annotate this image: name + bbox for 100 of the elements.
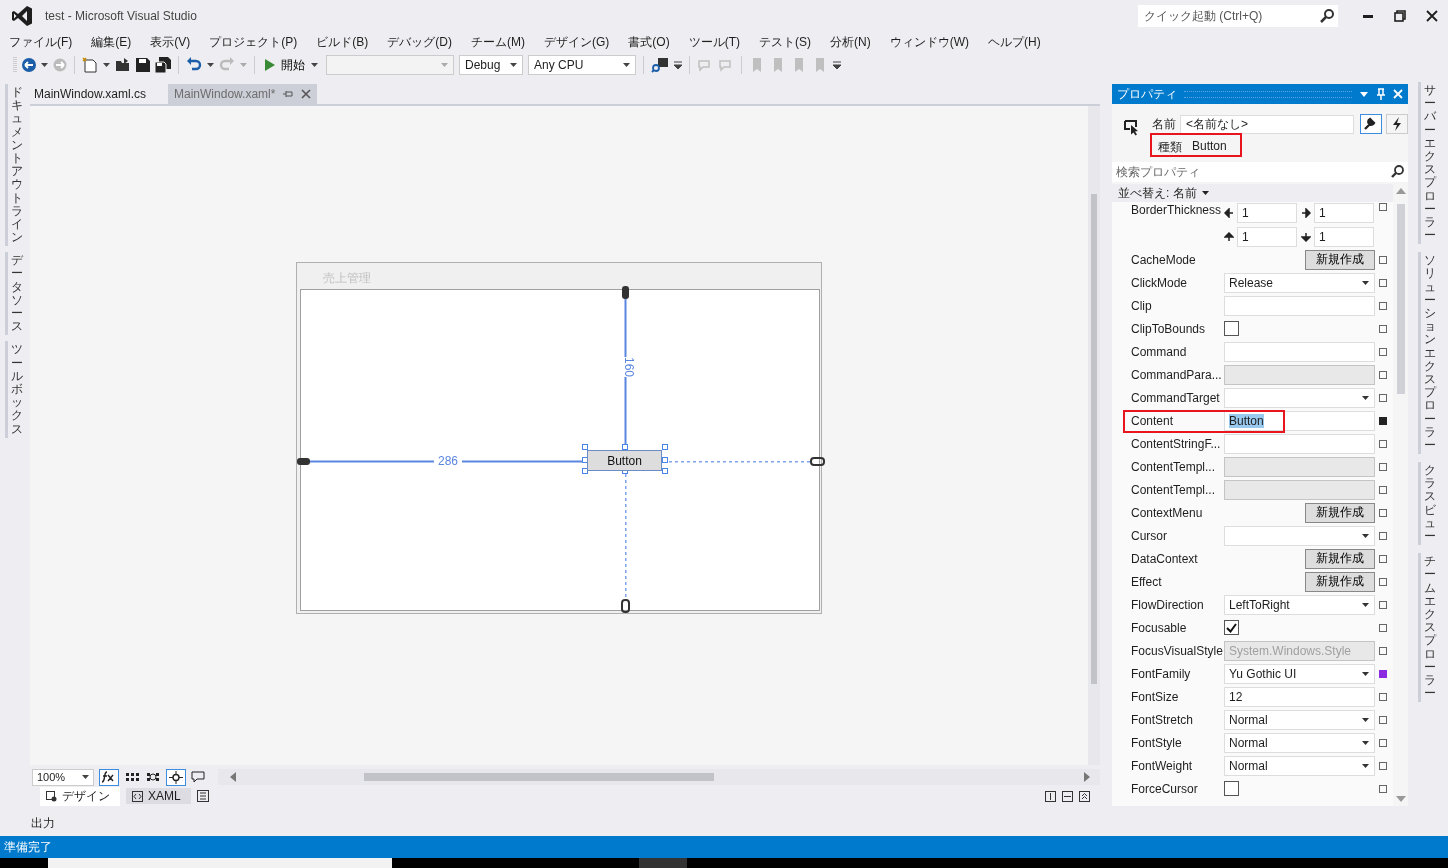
formula-icon[interactable] (99, 768, 119, 786)
side-tab[interactable]: ツールボックス (4, 341, 26, 438)
pin-icon[interactable] (283, 89, 294, 99)
property-marker[interactable] (1379, 531, 1387, 540)
menu-item[interactable]: ファイル(F) (9, 33, 73, 51)
menu-item[interactable]: デザイン(G) (544, 33, 610, 51)
property-field[interactable]: Button (1224, 410, 1375, 431)
horizontal-scrollbar[interactable] (218, 769, 1100, 785)
side-tab[interactable]: チームエクスプローラー (1417, 553, 1439, 703)
scroll-thumb[interactable] (1091, 194, 1097, 684)
find-in-files-icon[interactable] (651, 57, 669, 73)
checkbox[interactable] (1224, 781, 1239, 796)
property-field[interactable] (1224, 295, 1375, 316)
scroll-right-icon[interactable] (1084, 772, 1090, 782)
property-marker[interactable] (1379, 577, 1387, 586)
collapse-pane-icon[interactable] (1079, 790, 1090, 802)
name-field[interactable]: <名前なし> (1180, 114, 1354, 134)
new-button[interactable]: 新規作成 (1305, 571, 1375, 592)
property-dropdown[interactable]: Normal (1224, 732, 1375, 753)
menu-item[interactable]: ヘルプ(H) (988, 33, 1041, 51)
menu-item[interactable]: 編集(E) (91, 33, 132, 51)
open-folder-icon[interactable] (115, 57, 131, 73)
overflow-icon[interactable] (833, 61, 841, 69)
property-marker[interactable] (1379, 784, 1387, 793)
selected-button-control[interactable]: Button (587, 450, 662, 471)
side-tab[interactable]: クラスビュー (1417, 462, 1439, 546)
property-field[interactable]: 1 (1237, 227, 1297, 247)
property-dropdown[interactable]: LeftToRight (1224, 594, 1375, 615)
menu-item[interactable]: プロジェクト(P) (209, 33, 298, 51)
undo-icon[interactable] (186, 57, 202, 73)
output-tab[interactable]: 出力 (31, 814, 55, 832)
scroll-left-icon[interactable] (230, 772, 236, 782)
properties-wrench-icon[interactable] (1360, 114, 1382, 134)
quick-launch-field[interactable]: クイック起動 (Ctrl+Q) (1138, 5, 1316, 27)
property-marker[interactable] (1379, 324, 1387, 333)
split-horizontal-icon[interactable] (1062, 790, 1073, 802)
property-field[interactable]: 12 (1224, 686, 1375, 707)
new-button[interactable]: 新規作成 (1305, 502, 1375, 523)
property-marker[interactable] (1379, 669, 1387, 678)
property-marker[interactable] (1379, 508, 1387, 517)
comment-icon[interactable] (191, 770, 205, 784)
scroll-thumb[interactable] (364, 773, 714, 781)
property-marker[interactable] (1379, 255, 1387, 264)
overflow-icon[interactable] (674, 61, 682, 69)
split-vertical-icon[interactable] (1045, 790, 1056, 802)
property-dropdown[interactable]: Release (1224, 272, 1375, 293)
document-tab[interactable]: MainWindow.xaml.cs (34, 84, 155, 104)
anchor-icon[interactable] (622, 286, 629, 299)
save-all-icon[interactable] (155, 57, 171, 73)
scroll-up-icon[interactable] (1395, 188, 1406, 194)
new-button[interactable]: 新規作成 (1305, 548, 1375, 569)
property-marker[interactable] (1379, 439, 1387, 448)
property-dropdown[interactable]: Normal (1224, 709, 1375, 730)
property-marker[interactable] (1379, 393, 1387, 402)
property-field[interactable]: 1 (1314, 203, 1374, 223)
menu-item[interactable]: ツール(T) (688, 33, 740, 51)
property-field[interactable]: 1 (1237, 203, 1297, 223)
property-marker[interactable] (1379, 347, 1387, 356)
checkbox[interactable] (1224, 620, 1239, 635)
side-tab[interactable]: ドキュメントアウトライン (4, 84, 26, 247)
scroll-down-icon[interactable] (1395, 796, 1406, 802)
events-lightning-icon[interactable] (1386, 114, 1408, 134)
selection-handles[interactable] (582, 444, 668, 474)
property-dropdown[interactable]: Yu Gothic UI (1224, 663, 1375, 684)
property-field[interactable] (1224, 433, 1375, 454)
property-marker[interactable] (1379, 692, 1387, 701)
new-button[interactable]: 新規作成 (1305, 249, 1375, 270)
start-button[interactable]: 開始 (262, 56, 321, 74)
property-dropdown[interactable]: Normal (1224, 755, 1375, 776)
back-icon[interactable] (22, 58, 36, 72)
startup-item-dropdown[interactable] (326, 55, 454, 75)
save-icon[interactable] (136, 58, 150, 72)
property-marker[interactable] (1379, 715, 1387, 724)
property-marker[interactable] (1379, 600, 1387, 609)
menu-item[interactable]: チーム(M) (471, 33, 525, 51)
property-marker[interactable] (1379, 301, 1387, 310)
zoom-dropdown[interactable]: 100% (32, 768, 94, 786)
menu-item[interactable]: テスト(S) (759, 33, 811, 51)
menu-item[interactable]: デバッグ(D) (387, 33, 452, 51)
property-marker[interactable] (1379, 761, 1387, 770)
property-marker[interactable] (1379, 623, 1387, 632)
vertical-scrollbar[interactable] (1088, 106, 1100, 765)
property-marker[interactable] (1379, 416, 1387, 425)
view-tab[interactable]: デザイン (40, 786, 120, 806)
menu-item[interactable]: ウィンドウ(W) (889, 33, 969, 51)
checkbox[interactable] (1224, 321, 1239, 336)
menu-item[interactable]: ビルド(B) (316, 33, 369, 51)
dropdown-icon[interactable] (1359, 89, 1369, 99)
property-marker[interactable] (1379, 203, 1387, 211)
platform-dropdown[interactable]: Any CPU (528, 55, 636, 75)
menu-item[interactable]: 分析(N) (830, 33, 871, 51)
property-field[interactable] (1224, 341, 1375, 362)
menu-item[interactable]: 表示(V) (150, 33, 191, 51)
new-project-icon[interactable] (82, 57, 98, 73)
side-tab[interactable]: サーバーエクスプローラー (1417, 82, 1439, 245)
anchor-icon[interactable] (810, 457, 825, 466)
property-field[interactable]: 1 (1314, 227, 1374, 247)
anchor-icon[interactable] (297, 458, 310, 465)
view-tab[interactable]: XAML (126, 788, 191, 804)
side-tab[interactable]: ソリューションエクスプローラー (1417, 252, 1439, 455)
